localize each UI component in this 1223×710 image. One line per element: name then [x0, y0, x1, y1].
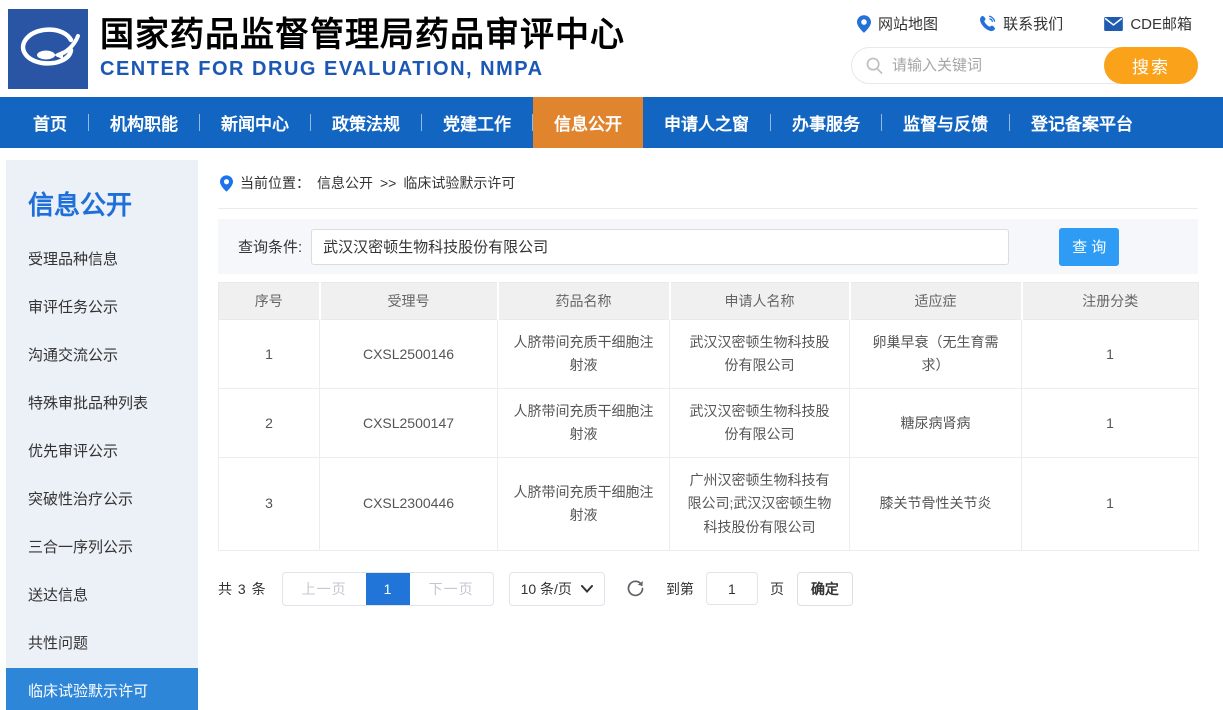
cell-registration-class: 1	[1022, 458, 1199, 550]
query-label: 查询条件:	[238, 236, 302, 257]
query-button[interactable]: 查 询	[1059, 228, 1119, 266]
sidebar-item-special-approval[interactable]: 特殊审批品种列表	[6, 380, 198, 428]
nav-item-info-disclosure[interactable]: 信息公开	[533, 97, 643, 148]
search-button[interactable]: 搜索	[1104, 47, 1198, 84]
cde-logo[interactable]	[8, 9, 88, 89]
sidebar-title: 信息公开	[6, 160, 198, 236]
cell-drug-name: 人脐带间充质干细胞注射液	[498, 458, 670, 550]
page-size-select[interactable]: 10 条/页	[509, 572, 605, 606]
cell-acceptance-no: CXSL2500147	[320, 389, 498, 458]
header-right: 网站地图 联系我们 CDE邮箱	[851, 13, 1198, 84]
cell-indication: 膝关节骨性关节炎	[850, 458, 1022, 550]
cell-registration-class: 1	[1022, 389, 1199, 458]
pagination: 共 3 条 上一页 1 下一页 10 条/页 到第 页 确定	[218, 572, 1198, 606]
brand-block: 国家药品监督管理局药品审评中心 CENTER FOR DRUG EVALUATI…	[100, 16, 625, 81]
site-search: 搜索	[851, 47, 1198, 84]
search-icon	[866, 57, 883, 74]
main-nav: 首页 机构职能 新闻中心 政策法规 党建工作 信息公开 申请人之窗 办事服务 监…	[0, 97, 1223, 148]
sidebar-item-breakthrough-therapy[interactable]: 突破性治疗公示	[6, 476, 198, 524]
prev-page-button[interactable]: 上一页	[283, 573, 366, 605]
nav-item-applicant-window[interactable]: 申请人之窗	[643, 97, 770, 148]
cell-indication: 卵巢早衰（无生育需求）	[850, 320, 1022, 389]
table-row: 3 CXSL2300446 人脐带间充质干细胞注射液 广州汉密顿生物科技有限公司…	[219, 458, 1199, 550]
refresh-button[interactable]	[626, 579, 645, 598]
col-header-applicant: 申请人名称	[670, 283, 850, 320]
query-bar: 查询条件: 查 询	[218, 219, 1198, 274]
table-header-row: 序号 受理号 药品名称 申请人名称 适应症 注册分类	[219, 283, 1199, 320]
location-pin-icon	[220, 175, 233, 192]
cell-applicant: 武汉汉密顿生物科技股份有限公司	[670, 320, 850, 389]
col-header-registration-class: 注册分类	[1022, 283, 1199, 320]
chevron-down-icon	[581, 585, 593, 593]
map-pin-icon	[857, 15, 871, 33]
sidebar-item-common-issues[interactable]: 共性问题	[6, 620, 198, 668]
col-header-acceptance-no: 受理号	[320, 283, 498, 320]
mailbox-link[interactable]: CDE邮箱	[1104, 13, 1192, 34]
sidebar: 信息公开 受理品种信息 审评任务公示 沟通交流公示 特殊审批品种列表 优先审评公…	[6, 160, 198, 710]
cell-indication: 糖尿病肾病	[850, 389, 1022, 458]
goto-page-unit: 页	[770, 579, 784, 599]
col-header-indication: 适应症	[850, 283, 1022, 320]
sidebar-item-clinical-trial-implied-license[interactable]: 临床试验默示许可	[6, 668, 198, 710]
sitemap-link[interactable]: 网站地图	[857, 13, 938, 34]
nav-item-news[interactable]: 新闻中心	[200, 97, 310, 148]
breadcrumb: 当前位置： 信息公开 >> 临床试验默示许可	[218, 160, 1198, 209]
contact-link[interactable]: 联系我们	[979, 13, 1063, 34]
phone-icon	[979, 15, 996, 32]
nav-item-services[interactable]: 办事服务	[771, 97, 881, 148]
site-header: 国家药品监督管理局药品审评中心 CENTER FOR DRUG EVALUATI…	[0, 0, 1223, 97]
contact-label: 联系我们	[1003, 13, 1063, 34]
mailbox-label: CDE邮箱	[1130, 13, 1192, 34]
page-body: 信息公开 受理品种信息 审评任务公示 沟通交流公示 特殊审批品种列表 优先审评公…	[0, 148, 1223, 710]
results-table: 序号 受理号 药品名称 申请人名称 适应症 注册分类 1 CXSL2500146…	[218, 282, 1199, 551]
page-size-value: 10 条/页	[521, 579, 572, 599]
cell-index: 1	[219, 320, 320, 389]
quick-links: 网站地图 联系我们 CDE邮箱	[851, 13, 1198, 34]
sidebar-item-delivery-info[interactable]: 送达信息	[6, 572, 198, 620]
goto-page-label: 到第	[666, 579, 694, 599]
refresh-icon	[626, 579, 645, 598]
sidebar-item-accepted-varieties[interactable]: 受理品种信息	[6, 236, 198, 284]
table-row: 1 CXSL2500146 人脐带间充质干细胞注射液 武汉汉密顿生物科技股份有限…	[219, 320, 1199, 389]
confirm-button[interactable]: 确定	[797, 572, 853, 606]
cell-drug-name: 人脐带间充质干细胞注射液	[498, 389, 670, 458]
col-header-index: 序号	[219, 283, 320, 320]
col-header-drug-name: 药品名称	[498, 283, 670, 320]
cell-acceptance-no: CXSL2500146	[320, 320, 498, 389]
cell-applicant: 武汉汉密顿生物科技股份有限公司	[670, 389, 850, 458]
next-page-button[interactable]: 下一页	[410, 573, 493, 605]
breadcrumb-current: 临床试验默示许可	[403, 173, 515, 193]
nav-item-supervision[interactable]: 监督与反馈	[882, 97, 1009, 148]
nav-item-home[interactable]: 首页	[12, 97, 88, 148]
sitemap-label: 网站地图	[878, 13, 938, 34]
cell-drug-name: 人脐带间充质干细胞注射液	[498, 320, 670, 389]
sidebar-item-priority-review[interactable]: 优先审评公示	[6, 428, 198, 476]
sidebar-item-three-in-one[interactable]: 三合一序列公示	[6, 524, 198, 572]
table-row: 2 CXSL2500147 人脐带间充质干细胞注射液 武汉汉密顿生物科技股份有限…	[219, 389, 1199, 458]
site-title: 国家药品监督管理局药品审评中心	[100, 16, 625, 55]
pagination-total: 共 3 条	[218, 579, 267, 599]
sidebar-item-review-tasks[interactable]: 审评任务公示	[6, 284, 198, 332]
nav-item-registration-platform[interactable]: 登记备案平台	[1010, 97, 1154, 148]
cell-acceptance-no: CXSL2300446	[320, 458, 498, 550]
main-content: 当前位置： 信息公开 >> 临床试验默示许可 查询条件: 查 询 序号 受理号 …	[218, 160, 1198, 606]
query-input[interactable]	[311, 229, 1009, 265]
breadcrumb-separator: >>	[380, 175, 396, 191]
goto-page-input[interactable]	[706, 572, 758, 605]
breadcrumb-prefix: 当前位置：	[240, 173, 310, 193]
site-subtitle: CENTER FOR DRUG EVALUATION, NMPA	[100, 58, 625, 81]
cell-applicant: 广州汉密顿生物科技有限公司;武汉汉密顿生物科技股份有限公司	[670, 458, 850, 550]
nav-item-functions[interactable]: 机构职能	[89, 97, 199, 148]
mail-icon	[1104, 17, 1123, 31]
sidebar-item-communication[interactable]: 沟通交流公示	[6, 332, 198, 380]
cde-logo-icon	[8, 9, 88, 89]
nav-item-policies[interactable]: 政策法规	[311, 97, 421, 148]
cell-index: 2	[219, 389, 320, 458]
current-page-button[interactable]: 1	[366, 573, 410, 605]
breadcrumb-section[interactable]: 信息公开	[317, 173, 373, 193]
nav-item-party[interactable]: 党建工作	[422, 97, 532, 148]
cell-registration-class: 1	[1022, 320, 1199, 389]
cell-index: 3	[219, 458, 320, 550]
pagination-group: 上一页 1 下一页	[282, 572, 494, 606]
